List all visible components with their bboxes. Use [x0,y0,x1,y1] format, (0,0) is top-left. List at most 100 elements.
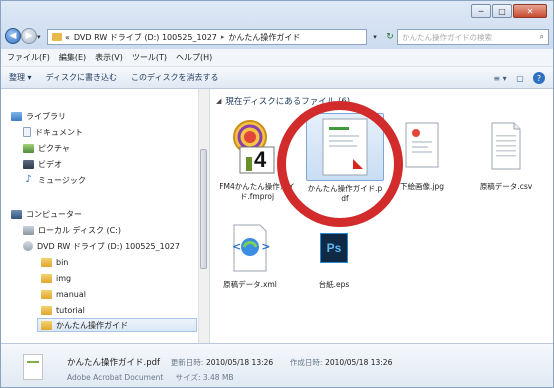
erase-disc-button[interactable]: このディスクを消去する [131,72,218,83]
address-bar[interactable]: « DVD RW ドライブ (D:) 100525_1027 ▸ かんたん操作ガ… [47,29,367,45]
breadcrumb-separator-icon[interactable]: ▸ [221,33,225,41]
sidebar-item-computer[interactable]: コンピューター [11,207,82,221]
pictures-icon [23,143,34,153]
breadcrumb-current-folder[interactable]: かんたん操作ガイド [228,32,300,43]
menu-help[interactable]: ヘルプ(H) [176,52,212,63]
folder-icon [41,289,52,299]
sidebar-scrollbar[interactable] [198,89,209,343]
sidebar-item-tutorial[interactable]: tutorial [41,303,85,317]
csv-icon [486,117,526,175]
folder-icon [41,257,52,267]
close-button[interactable]: ✕ [513,4,547,18]
sidebar-item-library[interactable]: ライブラリ [11,109,66,123]
command-toolbar: 整理 ▾ ディスクに書き込む このディスクを消去する ≡ ▾ ▢ ? [1,67,553,89]
window-controls: ─ □ ✕ [470,4,547,18]
sidebar-item-music[interactable]: ♪ ミュージック [23,173,86,187]
forward-button[interactable]: ▶ [21,28,37,44]
details-size-label: サイズ: [175,373,201,382]
explorer-window: ─ □ ✕ ◀ ▶ ▾ « DVD RW ドライブ (D:) 100525_10… [0,0,554,388]
sidebar-item-label: ドキュメント [35,127,83,137]
burn-to-disc-button[interactable]: ディスクに書き込む [46,72,117,83]
details-type-row: Adobe Acrobat Document サイズ: 3.48 MB [67,372,234,383]
file-thumb-frame [306,113,384,181]
sidebar-item-local-disk[interactable]: ローカル ディスク (C:) [23,223,121,237]
file-item[interactable]: <> 原稿データ.xml [218,219,282,290]
recent-pages-dropdown[interactable]: ▾ [37,33,41,41]
menu-view[interactable]: 表示(V) [95,52,123,63]
file-item[interactable]: 下絵画像.jpg [390,113,454,192]
sidebar-item-label: ミュージック [38,175,86,185]
file-group-title: 現在ディスクにあるファイル (6) [225,97,351,107]
file-name: 下絵画像.jpg [400,182,444,191]
dvd-drive-icon [23,241,33,251]
sidebar-item-dvd-drive[interactable]: DVD RW ドライブ (D:) 100525_1027 [23,239,180,253]
details-filename: かんたん操作ガイド.pdf [67,358,160,368]
address-prefix[interactable]: « [65,33,70,42]
file-thumb-frame: <> [218,219,282,277]
preview-pane-icon[interactable]: ▢ [513,72,527,84]
file-name: かんたん操作ガイド.pdf [307,184,383,203]
folder-icon [41,320,52,330]
file-item[interactable]: Ps 台紙.eps [302,219,366,290]
xml-icon: <> [228,223,272,273]
file-thumb-frame: 4 [218,113,296,179]
sidebar-item-videos[interactable]: ビデオ [23,157,62,171]
sidebar-item-documents[interactable]: ドキュメント [23,125,83,139]
file-list-pane: ◢ 現在ディスクにあるファイル (6) 4 FM4かんたん操作ガイド.fmpro… [210,89,553,343]
help-icon[interactable]: ? [533,72,545,84]
sidebar-item-label: img [56,273,72,283]
fm4-number: 4 [254,147,267,172]
menu-edit[interactable]: 編集(E) [59,52,86,63]
sidebar-item-pictures[interactable]: ピクチャ [23,141,70,155]
maximize-button[interactable]: □ [492,4,512,18]
sidebar-scrollbar-thumb[interactable] [200,149,207,269]
jpg-icon [402,117,442,175]
hard-drive-icon [23,225,34,235]
change-view-icon[interactable]: ≡ ▾ [493,72,507,84]
back-button[interactable]: ◀ [5,28,21,44]
collapse-arrow-icon[interactable]: ◢ [216,97,221,105]
details-updated-value: 2010/05/18 13:26 [205,358,274,367]
search-input[interactable]: かんたん操作ガイドの検索 ⌕ [397,29,549,45]
file-item[interactable]: 原稿データ.csv [474,113,538,192]
folder-icon [41,273,52,283]
details-created-label: 作成日時: [289,358,323,367]
sidebar-item-manual[interactable]: manual [41,287,86,301]
sidebar-item-guide-folder[interactable]: かんたん操作ガイド [37,318,197,332]
details-created-value: 2010/05/18 13:26 [325,358,393,367]
pdf-icon [319,117,371,177]
sidebar-item-img[interactable]: img [41,271,71,285]
menu-file[interactable]: ファイル(F) [7,52,50,63]
minimize-button[interactable]: ─ [471,4,491,18]
address-dropdown-button[interactable]: ▾ [368,29,382,45]
file-group-header[interactable]: ◢ 現在ディスクにあるファイル (6) [216,95,350,107]
sidebar-item-label: ピクチャ [38,143,70,153]
sidebar-item-bin[interactable]: bin [41,255,68,269]
sidebar-item-label: bin [56,257,69,267]
details-type: Adobe Acrobat Document [67,373,164,382]
computer-icon [11,209,22,219]
sidebar-item-label: かんたん操作ガイド [56,320,128,330]
folder-icon [41,305,52,315]
photoshop-badge: Ps [320,233,348,263]
xml-brackets: <> [232,240,291,253]
photoshop-eps-icon: Ps [319,223,349,273]
file-thumb-frame [474,113,538,179]
organize-button[interactable]: 整理 ▾ [9,72,32,83]
search-icon[interactable]: ⌕ [540,32,544,42]
photoshop-label: Ps [326,241,342,255]
sidebar-item-label: DVD RW ドライブ (D:) 100525_1027 [37,241,180,251]
sidebar-item-label: ローカル ディスク (C:) [38,225,122,235]
file-name: 台紙.eps [318,280,350,289]
breadcrumb-dvd-drive[interactable]: DVD RW ドライブ (D:) 100525_1027 [74,32,217,43]
file-item[interactable]: 4 FM4かんたん操作ガイド.fmproj [218,113,296,202]
details-filename-row: かんたん操作ガイド.pdf 更新日時: 2010/05/18 13:26 作成日… [67,356,392,368]
menu-tools[interactable]: ツール(T) [132,52,167,63]
sidebar-item-label: ライブラリ [26,111,66,121]
sidebar-item-label: ビデオ [38,159,62,169]
fm4-project-icon: 4 [230,117,284,175]
file-item-selected[interactable]: かんたん操作ガイド.pdf [306,113,384,204]
sidebar-item-label: manual [56,289,86,299]
refresh-button[interactable]: ↻ [383,29,397,45]
file-name: 原稿データ.csv [479,182,533,191]
